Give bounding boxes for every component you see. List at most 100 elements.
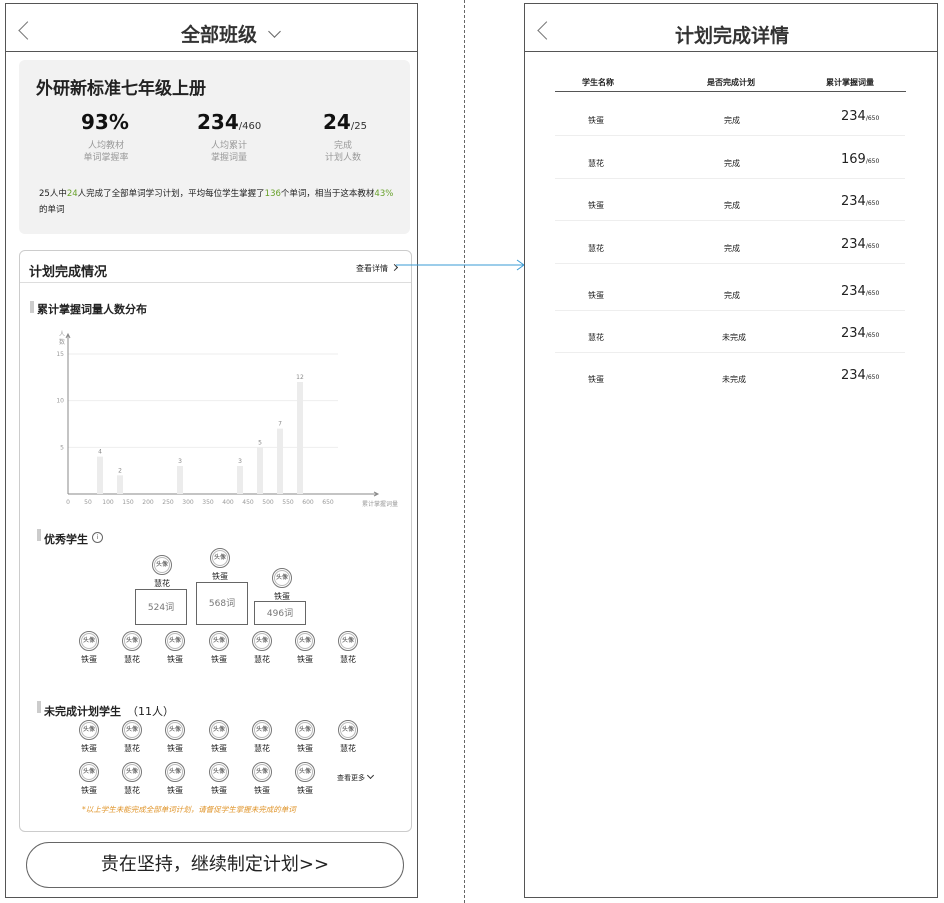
stat-words-value: 234/460 — [197, 110, 262, 134]
plan-status: 未完成 — [722, 375, 746, 384]
bar-value-label: 4 — [98, 449, 102, 456]
student-name: 铁蛋 — [81, 655, 97, 664]
avatar[interactable]: 头像 — [209, 631, 229, 651]
podium-score-2: 524词 — [135, 589, 187, 625]
chart-section-bar — [30, 301, 34, 313]
view-detail-label: 查看详情 — [356, 264, 388, 273]
student-name: 慧花 — [588, 244, 604, 253]
avatar[interactable]: 头像 — [79, 720, 99, 740]
student-name: 铁蛋 — [211, 786, 227, 795]
plan-status: 未完成 — [722, 333, 746, 342]
bar — [117, 475, 123, 494]
avatar[interactable]: 头像 — [295, 720, 315, 740]
row-divider — [555, 220, 905, 221]
avatar[interactable]: 头像 — [122, 631, 142, 651]
x-tick-label: 200 — [142, 499, 154, 506]
student-name: 慧花 — [124, 786, 140, 795]
row-divider — [555, 310, 905, 311]
info-icon[interactable]: i — [92, 532, 103, 543]
student-name: 慧花 — [588, 333, 604, 342]
chevron-down-icon — [367, 771, 375, 780]
left-screen: 全部班级 外研新标准七年级上册 93% 人均教材 单词掌握率 234/460 人均… — [5, 3, 418, 898]
x-tick-label: 100 — [102, 499, 114, 506]
word-count: 234/650 — [841, 194, 880, 209]
avatar[interactable]: 头像 — [209, 720, 229, 740]
avatar[interactable]: 头像 — [122, 762, 142, 782]
word-count: 234/650 — [841, 109, 880, 124]
summary-text: 25人中24人完成了全部单词学习计划，平均每位学生掌握了136个单词，相当于这本… — [39, 189, 394, 215]
avatar[interactable]: 头像 — [165, 762, 185, 782]
back-icon[interactable] — [537, 21, 556, 40]
avatar[interactable]: 头像 — [295, 762, 315, 782]
x-tick-label: 350 — [202, 499, 214, 506]
avatar[interactable]: 头像 — [272, 568, 292, 588]
row-divider — [555, 178, 905, 179]
incomplete-section-bar — [37, 701, 41, 713]
student-name: 铁蛋 — [167, 655, 183, 664]
avatar[interactable]: 头像 — [165, 631, 185, 651]
bar — [237, 466, 243, 494]
avatar[interactable]: 头像 — [79, 762, 99, 782]
bar — [177, 466, 183, 494]
chart-title: 累计掌握词量人数分布 — [37, 303, 147, 316]
chevron-down-icon — [267, 25, 281, 38]
student-name: 慧花 — [588, 159, 604, 168]
x-tick-label: 250 — [162, 499, 174, 506]
y-tick-label: 5 — [60, 444, 64, 451]
class-selector[interactable]: 全部班级 — [181, 20, 281, 47]
student-name: 铁蛋 — [211, 655, 227, 664]
avatar[interactable]: 头像 — [122, 720, 142, 740]
avatar[interactable]: 头像 — [210, 548, 230, 568]
avatar[interactable]: 头像 — [252, 762, 272, 782]
stat-mastery-label: 人均教材 单词掌握率 — [83, 141, 129, 163]
avatar[interactable]: 头像 — [338, 631, 358, 651]
student-name: 铁蛋 — [254, 786, 270, 795]
x-tick-label: 150 — [122, 499, 134, 506]
word-count: 234/650 — [841, 237, 880, 252]
excellent-section-bar — [37, 529, 41, 541]
see-more-label: 查看更多 — [337, 774, 365, 782]
student-name: 铁蛋 — [167, 786, 183, 795]
student-name: 铁蛋 — [297, 786, 313, 795]
see-more-link[interactable]: 查看更多 — [337, 771, 375, 783]
continue-plan-button[interactable]: 贵在坚持，继续制定计划>> — [26, 842, 404, 888]
avatar[interactable]: 头像 — [295, 631, 315, 651]
student-name: 铁蛋 — [588, 291, 604, 300]
word-count: 234/650 — [841, 284, 880, 299]
book-title: 外研新标准七年级上册 — [36, 79, 206, 99]
back-icon[interactable] — [18, 21, 37, 40]
detail-page-title: 计划完成详情 — [675, 25, 790, 47]
bar — [297, 382, 303, 494]
incomplete-note: *以上学生未能完成全部单词计划，请督促学生掌握未完成的单词 — [82, 805, 296, 814]
x-tick-label: 450 — [242, 499, 254, 506]
plan-status: 完成 — [724, 159, 740, 168]
stat-words-label: 人均累计 掌握词量 — [210, 141, 247, 163]
avatar[interactable]: 头像 — [252, 631, 272, 651]
header-divider — [525, 51, 937, 52]
avatar[interactable]: 头像 — [338, 720, 358, 740]
student-name: 铁蛋 — [81, 744, 97, 753]
stat-mastery-value: 93% — [81, 110, 129, 134]
x-tick-label: 500 — [262, 499, 274, 506]
avatar[interactable]: 头像 — [152, 555, 172, 575]
column-header-count: 累计掌握词量 — [826, 78, 874, 87]
avatar[interactable]: 头像 — [252, 720, 272, 740]
podium-score-3: 496词 — [254, 601, 306, 625]
screen-divider — [464, 0, 465, 903]
word-count: 169/650 — [841, 152, 880, 167]
plan-status: 完成 — [724, 291, 740, 300]
student-name: 铁蛋 — [297, 744, 313, 753]
x-tick-label: 0 — [66, 499, 70, 506]
connector-arrow — [396, 259, 525, 271]
y-axis-label: 数 — [59, 338, 65, 346]
avatar[interactable]: 头像 — [79, 631, 99, 651]
student-name: 慧花 — [124, 744, 140, 753]
student-name: 慧花 — [254, 655, 270, 664]
podium-score-1: 568词 — [196, 582, 248, 625]
view-detail-link[interactable]: 查看详情 — [356, 263, 398, 274]
plan-title: 计划完成情况 — [29, 265, 108, 280]
avatar[interactable]: 头像 — [209, 762, 229, 782]
student-name: 铁蛋 — [297, 655, 313, 664]
avatar[interactable]: 头像 — [165, 720, 185, 740]
bar — [97, 456, 103, 494]
